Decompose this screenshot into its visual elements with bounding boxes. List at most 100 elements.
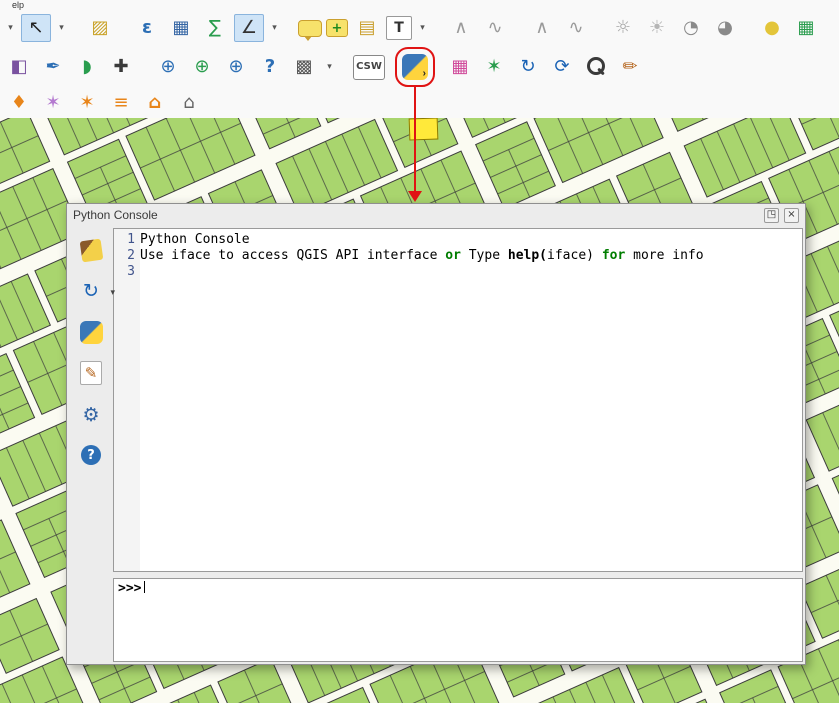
show-bookmarks-icon[interactable]: ▤ [352, 14, 382, 42]
toolbar-button-glyph: ⌂ [149, 94, 162, 112]
toolbar-separator [389, 53, 398, 81]
toolbar-button-glyph: ε [142, 19, 152, 37]
toolbar-button-glyph: ▦ [797, 19, 814, 37]
profile-tool-3-icon[interactable]: ∧ [527, 14, 557, 42]
plugin-colors-icon[interactable]: ▦ [445, 53, 475, 81]
wfs-globe-icon[interactable]: ⊕ [221, 53, 251, 81]
toolbar-button-glyph: ⟳ [554, 58, 569, 76]
wand-icon[interactable]: ✏ [615, 53, 645, 81]
csw-button[interactable]: CSW [353, 55, 385, 80]
toolbar-separator [119, 14, 128, 42]
toolbar-separator [285, 14, 294, 42]
toolbar-button-glyph: ? [265, 58, 275, 76]
toolbar-button-glyph: ✏ [622, 58, 637, 76]
show-editor-icon[interactable]: ✎ [80, 361, 102, 385]
console-input-area[interactable]: >>> [113, 578, 803, 662]
code-line: 3 [114, 264, 802, 280]
profile-tool-4-icon[interactable]: ∿ [561, 14, 591, 42]
close-window-button[interactable]: × [784, 208, 799, 223]
toolbar-button-glyph: ✚ [113, 58, 128, 76]
console-side-toolbar: ↻▾ ✎ ⚙? [69, 228, 113, 662]
measure-dropdown-icon[interactable]: ▾ [268, 14, 281, 42]
toolbar-button-glyph: ≡ [113, 94, 128, 112]
toolbar-button-glyph: ◗ [82, 58, 91, 76]
deselect-features-icon[interactable]: ▨ [85, 14, 115, 42]
clear-console-icon[interactable] [79, 239, 103, 263]
python-console-titlebar[interactable]: Python Console ◳× [67, 204, 805, 226]
shell-prompt: >>> [118, 581, 141, 596]
sun-effect-2-icon[interactable]: ☀ [642, 14, 672, 42]
menu-help-partial[interactable]: elp [12, 0, 24, 10]
options-icon[interactable]: ⚙ [78, 402, 104, 428]
reload-search-icon[interactable]: ⟳ [547, 53, 577, 81]
toolbar-separator [72, 14, 81, 42]
toolbar-button-glyph: ⊕ [160, 58, 175, 76]
toolbar-button-glyph: ∿ [487, 19, 502, 37]
toolbar-button-glyph: ● [764, 19, 780, 37]
code-line: 2 Use iface to access QGIS API interface… [114, 248, 802, 264]
globe-effect-2-icon[interactable]: ◕ [710, 14, 740, 42]
add-feature-icon[interactable]: ✚ [106, 53, 136, 81]
building-outline-icon[interactable]: ⌂ [174, 89, 204, 117]
toolbar-button-glyph: ↖ [28, 19, 43, 37]
statistical-summary-icon[interactable]: ∑ [200, 14, 230, 42]
code-text: Python Console [140, 232, 250, 248]
python-side-icon[interactable] [80, 321, 103, 344]
attribute-table-icon[interactable]: ▦ [166, 14, 196, 42]
sun-effect-icon[interactable]: ☼ [608, 14, 638, 42]
toolbar-button-glyph: ∿ [568, 19, 583, 37]
digitize-pen-icon[interactable]: ✒ [38, 53, 68, 81]
help-icon[interactable]: ? [81, 445, 101, 465]
float-window-button[interactable]: ◳ [764, 208, 779, 223]
toolbar-separator [744, 14, 753, 42]
console-right-column: 1 Python Console 2 Use iface to access Q… [113, 228, 803, 662]
search-icon[interactable] [581, 53, 611, 81]
console-output-area[interactable]: 1 Python Console 2 Use iface to access Q… [113, 228, 803, 572]
code-text: Use iface to access QGIS API interface o… [140, 248, 704, 264]
metasearch-icon[interactable]: ▩ [289, 53, 319, 81]
text-annotation-icon[interactable]: T [386, 16, 412, 40]
line-number: 3 [114, 264, 140, 280]
wms-globe-icon[interactable]: ⊕ [153, 53, 183, 81]
select-by-expression-icon[interactable]: ε [132, 14, 162, 42]
python-console-icon[interactable]: › [402, 54, 428, 80]
sphere-icon[interactable]: ● [757, 14, 787, 42]
toolbar-separator [433, 14, 442, 42]
toolbar-button-glyph: ⊕ [194, 58, 209, 76]
select-features-icon[interactable]: ↖ [21, 14, 51, 42]
whats-this-icon[interactable]: ? [255, 53, 285, 81]
python-console-window: Python Console ◳ × ↻▾ ✎ ⚙? 1 Python Console… [66, 203, 806, 665]
flame-tool-icon[interactable]: ♦ [4, 89, 34, 117]
toolbar-button-glyph: ∧ [454, 19, 467, 37]
console-body: ↻▾ ✎ ⚙? 1 Python Console 2 Use iface to ac… [67, 226, 805, 664]
sparkle-wand-2-icon[interactable]: ✶ [72, 89, 102, 117]
toolbar-button-glyph: ⊕ [228, 58, 243, 76]
measure-icon[interactable]: ∠ [234, 14, 264, 42]
metasearch-dropdown-icon[interactable]: ▾ [323, 53, 336, 81]
digitize-pen-2-icon[interactable]: ◗ [72, 53, 102, 81]
text-annotation-dropdown-icon[interactable]: ▾ [416, 14, 429, 42]
select-features-dropdown-icon[interactable]: ▾ [55, 14, 68, 42]
toolbar-button-glyph: + [332, 22, 343, 35]
run-command-icon[interactable]: ↻▾ [78, 278, 104, 304]
sparkle-wand-icon[interactable]: ✶ [38, 89, 68, 117]
toolbar-area: elp ▾↖▾▨ε▦∑∠▾+▤T▾∧∿∧∿☼☀◔◕●▦ ◧✒◗✚⊕⊕⊕?▩▾CS… [0, 0, 839, 118]
layer-stack-icon[interactable]: ≡ [106, 89, 136, 117]
map-tips-icon[interactable] [298, 20, 322, 37]
toolbar-row-2: ◧✒ ◗ ✚ ⊕ ⊕ ⊕? ▩▾ CSW › ▦✶↻ ⟳ ✏ [0, 46, 839, 88]
wcs-globe-icon[interactable]: ⊕ [187, 53, 217, 81]
line-number: 1 [114, 232, 140, 248]
building-tool-icon[interactable]: ⌂ [140, 89, 170, 117]
toolbar-button-glyph: ♦ [11, 94, 27, 112]
new-bookmark-icon[interactable]: + [326, 19, 348, 37]
profile-tool-2-icon[interactable]: ∿ [480, 14, 510, 42]
legend-grid-icon[interactable]: ▦ [791, 14, 821, 42]
globe-effect-icon[interactable]: ◔ [676, 14, 706, 42]
map-tool-dropdown-icon[interactable]: ▾ [4, 14, 17, 42]
toolbar-separator [140, 53, 149, 81]
profile-tool-icon[interactable]: ∧ [446, 14, 476, 42]
plugin-manager-icon[interactable]: ✶ [479, 53, 509, 81]
vector-tool-icon[interactable]: ◧ [4, 53, 34, 81]
refresh-icon[interactable]: ↻ [513, 53, 543, 81]
toolbar-button-glyph: ∧ [535, 19, 548, 37]
